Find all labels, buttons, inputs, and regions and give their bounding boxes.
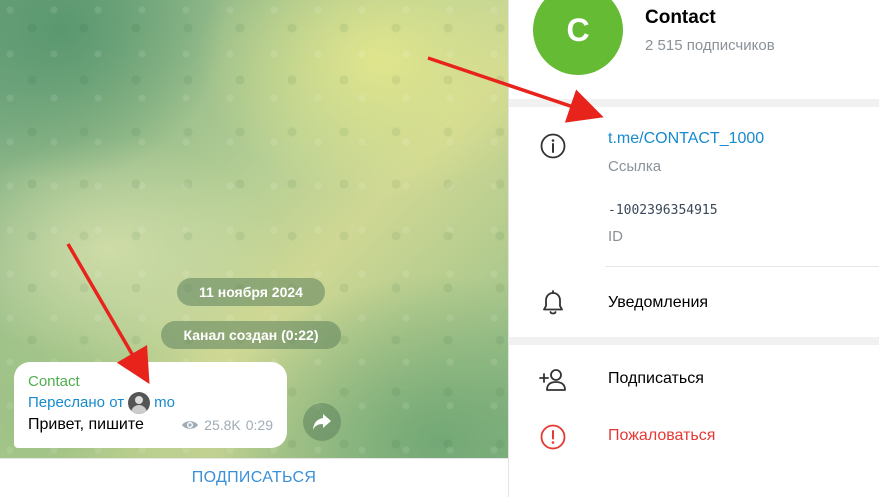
- add-user-icon: [539, 366, 567, 394]
- service-message: Канал создан (0:22): [161, 321, 341, 349]
- divider: [605, 266, 879, 267]
- notifications-label[interactable]: Уведомления: [608, 294, 708, 312]
- share-button[interactable]: [303, 403, 341, 441]
- channel-info-panel: C Contact 2 515 подписчиков t.me/CONTACT…: [508, 0, 879, 497]
- forwarded-from[interactable]: mo: [154, 392, 175, 414]
- chat-panel: 11 ноября 2024 Канал создан (0:22) Conta…: [0, 0, 508, 497]
- message-views: 25.8K: [204, 417, 241, 433]
- channel-avatar[interactable]: C: [533, 0, 623, 75]
- eye-icon: [182, 421, 199, 429]
- alert-icon: [539, 423, 567, 451]
- message-channel-name[interactable]: Contact: [28, 372, 273, 392]
- bell-icon: [539, 289, 567, 317]
- share-icon: [313, 414, 331, 430]
- subscribe-action[interactable]: Подписаться: [608, 370, 704, 388]
- channel-name: Contact: [645, 7, 716, 28]
- date-badge: 11 ноября 2024: [177, 278, 325, 306]
- info-icon: [539, 132, 567, 160]
- message-text: Привет, пишите: [28, 416, 144, 433]
- message-meta: 25.8K 0:29: [181, 417, 273, 433]
- forwarded-avatar[interactable]: [128, 392, 151, 414]
- id-label: ID: [608, 228, 623, 245]
- report-action[interactable]: Пожаловаться: [608, 427, 715, 445]
- subscriber-count: 2 515 подписчиков: [645, 37, 775, 54]
- subscribe-bar-label[interactable]: ПОДПИСАТЬСЯ: [192, 469, 316, 487]
- section-separator: [509, 99, 879, 107]
- subscribe-bar[interactable]: ПОДПИСАТЬСЯ: [0, 458, 508, 497]
- message-time: 0:29: [245, 417, 273, 433]
- bubble-tail: [22, 434, 36, 448]
- channel-link[interactable]: t.me/CONTACT_1000: [608, 130, 764, 148]
- message-bubble[interactable]: Contact Переслано от mo Привет, пишите 2…: [14, 362, 287, 448]
- forwarded-header[interactable]: Переслано от mo: [28, 392, 273, 414]
- section-separator: [509, 337, 879, 345]
- forwarded-prefix: Переслано от: [28, 394, 125, 411]
- channel-id-value[interactable]: -1002396354915: [608, 203, 718, 218]
- link-label: Ссылка: [608, 158, 662, 175]
